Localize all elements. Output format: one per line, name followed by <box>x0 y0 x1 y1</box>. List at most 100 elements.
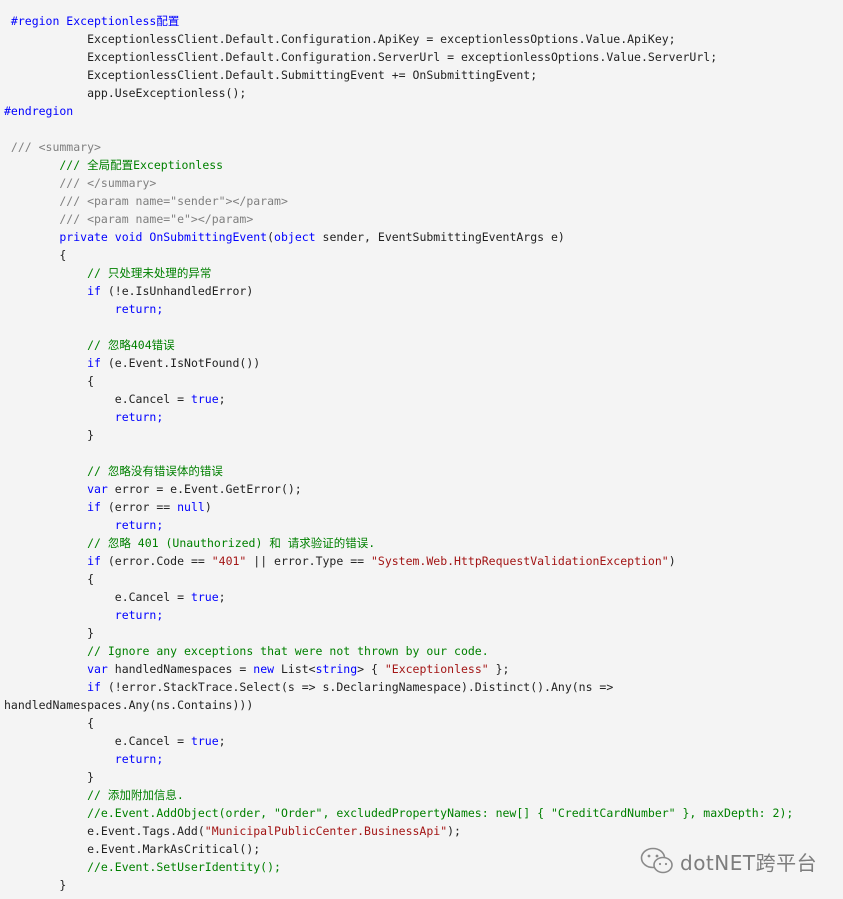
code-token: #endregion <box>4 104 74 118</box>
code-token: app.UseExceptionless(); <box>4 86 247 100</box>
code-token: new <box>253 662 275 676</box>
code-token: ; <box>218 590 226 604</box>
code-token: true <box>190 590 219 604</box>
code-block: #region Exceptionless配置 ExceptionlessCli… <box>0 0 843 899</box>
code-token: handledNamespaces = <box>107 662 254 676</box>
code-line: { <box>4 246 66 264</box>
watermark-text: dotNET跨平台 <box>680 850 818 875</box>
code-token: return; <box>4 410 164 424</box>
code-token: // 忽略没有错误体的错误 <box>4 464 223 478</box>
code-token: e.Cancel = <box>4 392 191 406</box>
code-token: /// <summary> <box>4 140 101 154</box>
code-token: List< <box>274 662 316 676</box>
code-token: if <box>4 554 101 568</box>
code-line: private void OnSubmittingEvent(object se… <box>4 228 565 246</box>
code-line: } <box>4 768 94 786</box>
code-token: ExceptionlessClient.Default.Configuratio… <box>4 50 718 64</box>
code-token: e.Cancel = <box>4 590 191 604</box>
code-line: /// </summary> <box>4 174 156 192</box>
code-token: "401" <box>211 554 247 568</box>
code-token: e.Event.Tags.Add( <box>4 824 205 838</box>
code-token: > { <box>357 662 385 676</box>
code-token: { <box>4 572 95 586</box>
code-line: // 忽略404错误 <box>4 336 175 354</box>
code-token: /// 全局配置Exceptionless <box>4 158 224 172</box>
code-token: private void <box>4 230 150 244</box>
code-token: ) <box>204 500 212 514</box>
code-line: var handledNamespaces = new List<string>… <box>4 660 509 678</box>
code-line: /// <param name="e"></param> <box>4 210 253 228</box>
code-line: // 忽略 401 (Unauthorized) 和 请求验证的错误. <box>4 534 375 552</box>
code-line: /// <summary> <box>4 138 101 156</box>
code-token: var <box>4 662 108 676</box>
code-line: e.Cancel = true; <box>4 732 226 750</box>
code-line: if (e.Event.IsNotFound()) <box>4 354 260 372</box>
code-token: string <box>315 662 358 676</box>
code-token: } <box>4 428 95 442</box>
code-line: app.UseExceptionless(); <box>4 84 246 102</box>
code-token: var <box>4 482 108 496</box>
code-token: true <box>190 734 219 748</box>
watermark: dotNET跨平台 <box>640 846 817 876</box>
code-token: (!error.StackTrace.Select(s => s.Declari… <box>100 680 614 694</box>
code-token: #region Exceptionless配置 <box>4 14 180 28</box>
code-line: } <box>4 426 94 444</box>
code-line: /// <param name="sender"></param> <box>4 192 288 210</box>
code-line: return; <box>4 300 163 318</box>
code-token: sender, EventSubmittingEventArgs e) <box>315 230 565 244</box>
code-line: //e.Event.SetUserIdentity(); <box>4 858 281 876</box>
code-line: #endregion <box>4 102 73 120</box>
code-line: // 忽略没有错误体的错误 <box>4 462 223 480</box>
code-token: error = e.Event.GetError(); <box>107 482 302 496</box>
code-line: //e.Event.AddObject(order, "Order", excl… <box>4 804 793 822</box>
code-line: #region Exceptionless配置 <box>4 12 179 30</box>
code-token: //e.Event.SetUserIdentity(); <box>4 860 281 874</box>
code-line: { <box>4 372 94 390</box>
code-token: e.Cancel = <box>4 734 191 748</box>
code-token: handledNamespaces.Any(ns.Contains))) <box>4 698 254 712</box>
code-token: // 只处理未处理的异常 <box>4 266 212 280</box>
code-line: } <box>4 876 66 894</box>
code-token: if <box>4 500 101 514</box>
code-token: null <box>177 500 205 514</box>
code-token: ExceptionlessClient.Default.Configuratio… <box>4 32 676 46</box>
code-line: e.Event.Tags.Add("MunicipalPublicCenter.… <box>4 822 461 840</box>
code-line: if (error.Code == "401" || error.Type ==… <box>4 552 676 570</box>
code-line: } <box>4 624 94 642</box>
code-token: // 忽略404错误 <box>4 338 175 352</box>
code-token: if <box>4 284 101 298</box>
code-token: (error == <box>100 500 178 514</box>
code-token: return; <box>4 752 164 766</box>
code-line: e.Event.MarkAsCritical(); <box>4 840 260 858</box>
code-token: } <box>4 770 95 784</box>
code-token: return; <box>4 608 164 622</box>
code-token: /// </summary> <box>4 176 157 190</box>
code-token: // Ignore any exceptions that were not t… <box>4 644 489 658</box>
code-line: return; <box>4 408 163 426</box>
code-line: ExceptionlessClient.Default.SubmittingEv… <box>4 66 537 84</box>
code-token: (e.Event.IsNotFound()) <box>100 356 261 370</box>
code-line: var error = e.Event.GetError(); <box>4 480 302 498</box>
code-token: ExceptionlessClient.Default.SubmittingEv… <box>4 68 538 82</box>
code-token: || error.Type == <box>246 554 371 568</box>
code-line: e.Cancel = true; <box>4 588 226 606</box>
code-line: // 添加附加信息. <box>4 786 184 804</box>
code-token: true <box>190 392 219 406</box>
code-token: /// <param name="sender"></param> <box>4 194 288 208</box>
code-line: if (error == null) <box>4 498 212 516</box>
code-token: } <box>4 878 67 892</box>
code-token: //e.Event.AddObject(order, "Order", excl… <box>4 806 794 820</box>
code-line: ExceptionlessClient.Default.Configuratio… <box>4 48 717 66</box>
code-line: handledNamespaces.Any(ns.Contains))) <box>4 696 253 714</box>
code-token: (error.Code == <box>100 554 212 568</box>
code-token: // 添加附加信息. <box>4 788 184 802</box>
code-line: { <box>4 714 94 732</box>
code-line: // 只处理未处理的异常 <box>4 264 211 282</box>
code-line: /// 全局配置Exceptionless <box>4 156 223 174</box>
code-token: if <box>4 356 101 370</box>
code-token: { <box>4 248 67 262</box>
code-token: return; <box>4 302 164 316</box>
code-token: { <box>4 374 95 388</box>
code-line: return; <box>4 606 163 624</box>
code-token: ) <box>668 554 676 568</box>
